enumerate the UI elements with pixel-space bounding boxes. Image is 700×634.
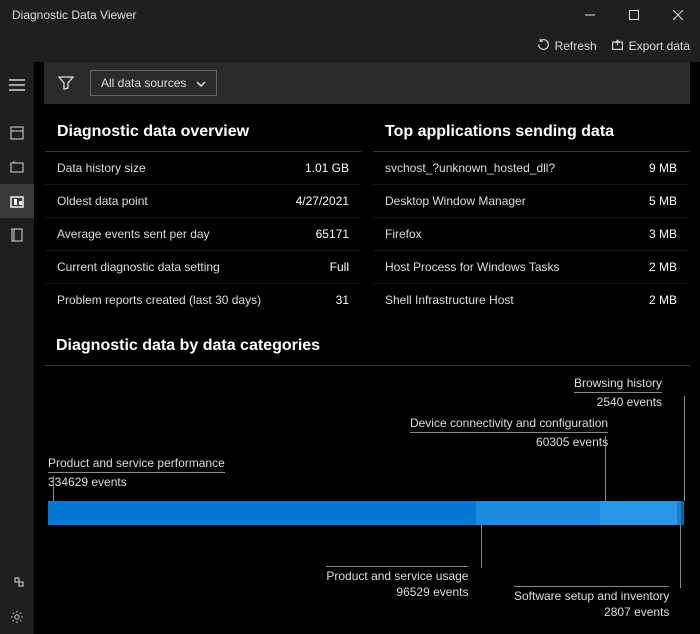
row-value: 31	[336, 293, 349, 307]
row-value: 5 MB	[649, 194, 677, 208]
nav-item-events[interactable]	[0, 116, 34, 150]
card-title: Top applications sending data	[373, 113, 689, 151]
table-row: svchost_?unknown_hosted_dll? 9 MB	[373, 152, 689, 185]
table-row: Data history size 1.01 GB	[45, 152, 361, 185]
nav-item-about[interactable]	[0, 184, 34, 218]
card-title: Diagnostic data by data categories	[44, 327, 690, 365]
row-value: 3 MB	[649, 227, 677, 241]
callout-label: Product and service performance	[48, 456, 225, 473]
nav-rail	[0, 62, 34, 634]
callout-value: 2540 events	[574, 395, 662, 409]
callout-label: Device connectivity and configuration	[410, 416, 608, 433]
row-label: Host Process for Windows Tasks	[385, 260, 560, 274]
title-bar: Diagnostic Data Viewer	[0, 0, 700, 30]
table-row: Desktop Window Manager 5 MB	[373, 185, 689, 218]
topapps-card: Top applications sending data svchost_?u…	[372, 112, 690, 317]
chevron-down-icon	[196, 76, 206, 90]
export-label: Export data	[629, 39, 690, 53]
nav-item-problems[interactable]	[0, 150, 34, 184]
row-value: 2 MB	[649, 293, 677, 307]
chart-segment[interactable]	[681, 501, 684, 525]
main-content: All data sources Diagnostic data overvie…	[34, 62, 700, 634]
chart-callout: Device connectivity and configuration 603…	[410, 416, 608, 449]
row-label: Average events sent per day	[57, 227, 210, 241]
row-value: 9 MB	[649, 161, 677, 175]
row-value: 1.01 GB	[305, 161, 349, 175]
row-label: Current diagnostic data setting	[57, 260, 220, 274]
callout-value: 60305 events	[410, 435, 608, 449]
chart-callout: Product and service usage 96529 events	[326, 566, 468, 599]
close-button[interactable]	[656, 0, 700, 30]
export-icon	[611, 38, 624, 54]
row-value: 65171	[316, 227, 349, 241]
hamburger-button[interactable]	[0, 68, 34, 102]
table-row: Oldest data point 4/27/2021	[45, 185, 361, 218]
refresh-label: Refresh	[555, 39, 597, 53]
table-row: Host Process for Windows Tasks 2 MB	[373, 251, 689, 284]
export-button[interactable]: Export data	[611, 38, 690, 54]
data-source-dropdown[interactable]: All data sources	[90, 70, 217, 96]
filter-button[interactable]	[52, 69, 80, 97]
callout-value: 2807 events	[514, 605, 669, 619]
refresh-button[interactable]: Refresh	[537, 38, 597, 54]
callout-label: Browsing history	[574, 376, 662, 393]
row-label: Data history size	[57, 161, 146, 175]
nav-item-settings[interactable]	[0, 600, 34, 634]
dropdown-label: All data sources	[101, 76, 186, 90]
chart-callout: Software setup and inventory 2807 events	[514, 586, 669, 619]
row-label: Shell Infrastructure Host	[385, 293, 514, 307]
row-value: Full	[330, 260, 349, 274]
table-row: Problem reports created (last 30 days) 31	[45, 284, 361, 316]
chart-callout: Product and service performance 334629 ev…	[48, 456, 225, 489]
overview-card: Diagnostic data overview Data history si…	[44, 112, 362, 317]
nav-item-feedback[interactable]	[0, 566, 34, 600]
chart-segment[interactable]	[600, 501, 677, 525]
row-label: Problem reports created (last 30 days)	[57, 293, 261, 307]
row-label: svchost_?unknown_hosted_dll?	[385, 161, 555, 175]
row-label: Desktop Window Manager	[385, 194, 526, 208]
table-row: Firefox 3 MB	[373, 218, 689, 251]
categories-card: Diagnostic data by data categories Produ…	[44, 327, 690, 631]
callout-value: 96529 events	[326, 585, 468, 599]
refresh-icon	[537, 38, 550, 54]
callout-label: Product and service usage	[326, 566, 468, 583]
categories-chart: Product and service performance 334629 ev…	[48, 366, 686, 631]
row-label: Oldest data point	[57, 194, 148, 208]
command-bar: Refresh Export data	[0, 30, 700, 62]
table-row: Current diagnostic data setting Full	[45, 251, 361, 284]
row-value: 4/27/2021	[296, 194, 349, 208]
table-row: Average events sent per day 65171	[45, 218, 361, 251]
table-row: Shell Infrastructure Host 2 MB	[373, 284, 689, 316]
filter-bar: All data sources	[44, 62, 690, 104]
card-title: Diagnostic data overview	[45, 113, 361, 151]
maximize-button[interactable]	[612, 0, 656, 30]
minimize-button[interactable]	[568, 0, 612, 30]
callout-label: Software setup and inventory	[514, 586, 669, 603]
chart-segment[interactable]	[48, 501, 476, 525]
app-title: Diagnostic Data Viewer	[12, 8, 137, 22]
chart-callout: Browsing history 2540 events	[574, 376, 662, 409]
callout-value: 334629 events	[48, 475, 225, 489]
row-label: Firefox	[385, 227, 422, 241]
row-value: 2 MB	[649, 260, 677, 274]
chart-segment[interactable]	[476, 501, 600, 525]
nav-item-book[interactable]	[0, 218, 34, 252]
